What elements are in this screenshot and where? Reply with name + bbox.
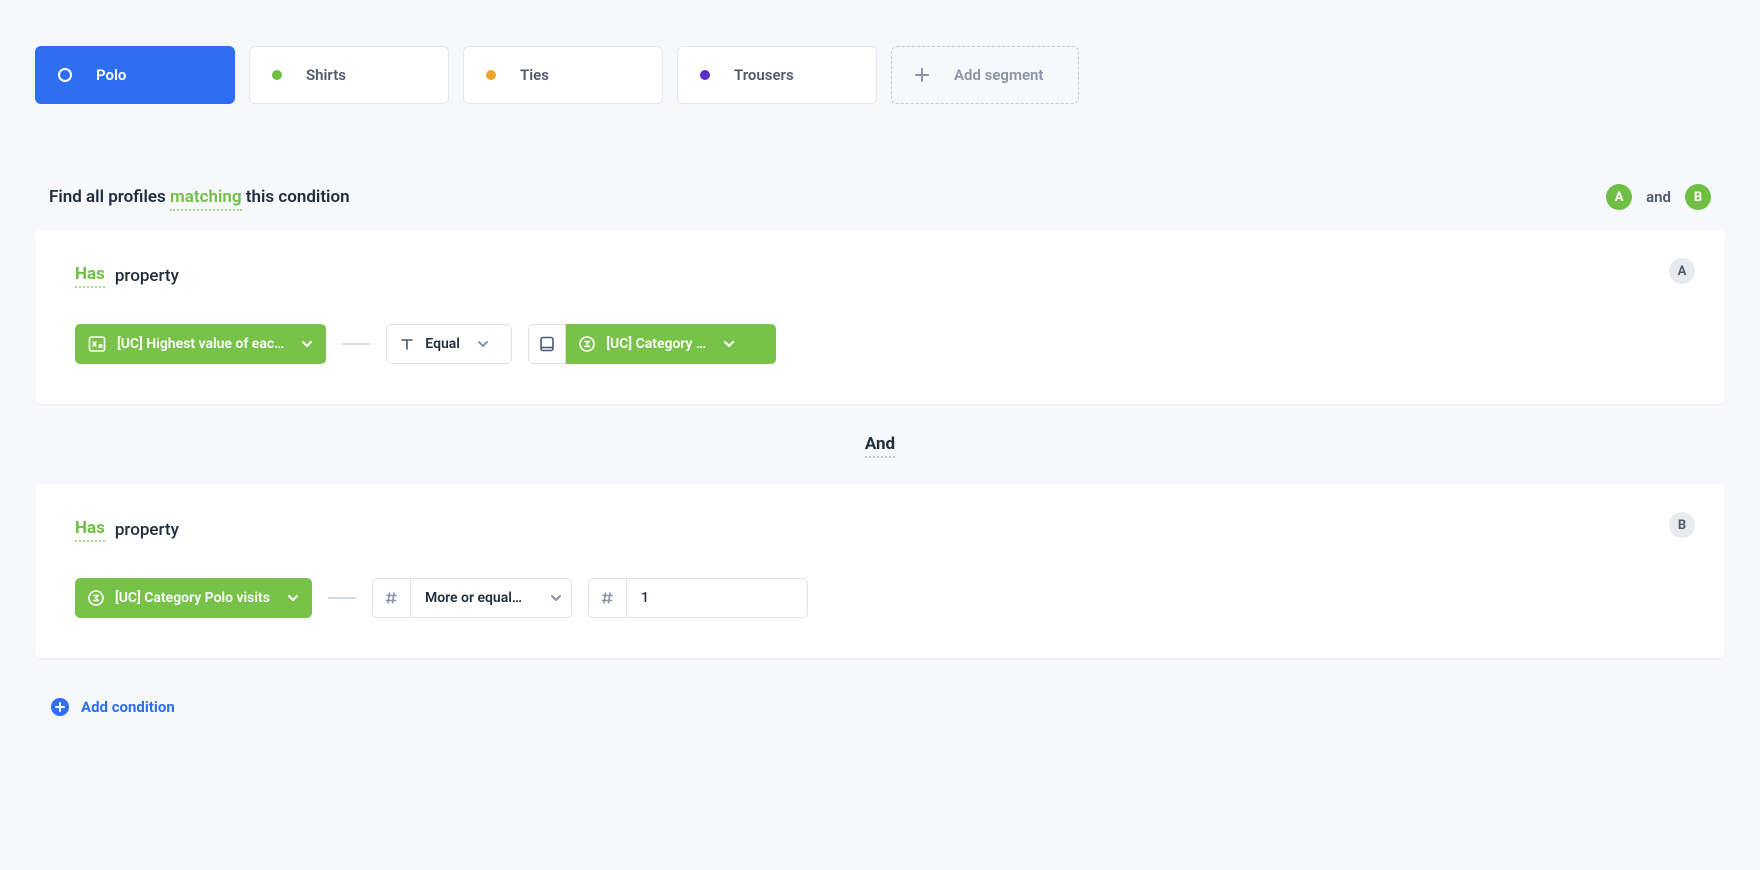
and-word: and (1646, 188, 1671, 206)
attribute-selector[interactable]: [UC] Highest value of eac… (75, 324, 326, 364)
segment-label: Ties (520, 66, 549, 84)
plus-icon (914, 67, 930, 83)
condition-scope-text: Find all profiles matching this conditio… (49, 187, 350, 207)
segment-tab-shirts[interactable]: Shirts (249, 46, 449, 104)
chevron-down-icon (476, 337, 490, 351)
and-separator[interactable]: And (35, 404, 1725, 484)
hash-icon (373, 579, 411, 617)
card-header: Has property (75, 264, 1685, 288)
add-condition-button[interactable]: Add condition (51, 698, 175, 716)
chevron-down-icon (722, 337, 736, 351)
segments-tabbar: Polo Shirts Ties Trousers Add segment (35, 46, 1725, 104)
and-label: And (865, 434, 895, 458)
hash-icon (589, 579, 627, 617)
text-icon (399, 336, 415, 352)
chevron-down-icon (300, 337, 314, 351)
value-input-group: 1 (588, 578, 808, 618)
plus-circle-icon (51, 698, 69, 716)
sigma-icon (87, 589, 105, 607)
segment-marker-icon (58, 68, 72, 82)
value-label: [UC] Category … (606, 336, 706, 352)
formula-icon (87, 334, 107, 354)
segment-tab-polo[interactable]: Polo (35, 46, 235, 104)
segment-label: Trousers (734, 66, 794, 84)
value-group: [UC] Category … (528, 324, 776, 364)
condition-scope-header: Find all profiles matching this conditio… (35, 184, 1725, 230)
card-header: Has property (75, 518, 1685, 542)
property-word: property (115, 520, 179, 540)
card-badge-b: B (1669, 512, 1695, 538)
condition-row: [UC] Highest value of eac… Equal [UC] Ca… (75, 324, 1685, 364)
segment-dot-icon (700, 70, 710, 80)
condition-card-b: B Has property [UC] Category Polo visits… (35, 484, 1725, 658)
condition-badges: A and B (1606, 184, 1711, 210)
operator-label: Equal (425, 336, 460, 352)
card-badge-a: A (1669, 258, 1695, 284)
condition-card-a: A Has property [UC] Highest value of eac… (35, 230, 1725, 404)
badge-b: B (1685, 184, 1711, 210)
has-toggle[interactable]: Has (75, 264, 105, 288)
chevron-down-icon (549, 591, 563, 605)
segment-dot-icon (486, 70, 496, 80)
value-selector[interactable]: [UC] Category … (566, 324, 776, 364)
sigma-icon (578, 335, 596, 353)
segment-label: Polo (96, 66, 126, 84)
operator-selector[interactable]: Equal (386, 324, 512, 364)
operator-selector[interactable]: More or equal… (372, 578, 572, 618)
connector-line (342, 343, 370, 345)
attribute-label: [UC] Highest value of eac… (117, 336, 284, 352)
segment-tab-trousers[interactable]: Trousers (677, 46, 877, 104)
property-word: property (115, 266, 179, 286)
segment-label: Shirts (306, 66, 346, 84)
attribute-icon-button[interactable] (528, 324, 566, 364)
book-icon (538, 335, 556, 353)
add-condition-label: Add condition (81, 698, 175, 716)
attribute-selector[interactable]: [UC] Category Polo visits (75, 578, 312, 618)
add-segment-button[interactable]: Add segment (891, 46, 1079, 104)
connector-line (328, 597, 356, 599)
badge-a: A (1606, 184, 1632, 210)
chevron-down-icon (286, 591, 300, 605)
segment-dot-icon (272, 70, 282, 80)
add-segment-label: Add segment (954, 66, 1043, 84)
condition-row: [UC] Category Polo visits More or equal…… (75, 578, 1685, 618)
value-input[interactable]: 1 (627, 579, 807, 617)
has-toggle[interactable]: Has (75, 518, 105, 542)
matching-toggle[interactable]: matching (170, 187, 242, 211)
segment-tab-ties[interactable]: Ties (463, 46, 663, 104)
operator-label: More or equal… (425, 590, 522, 606)
attribute-label: [UC] Category Polo visits (115, 590, 270, 606)
